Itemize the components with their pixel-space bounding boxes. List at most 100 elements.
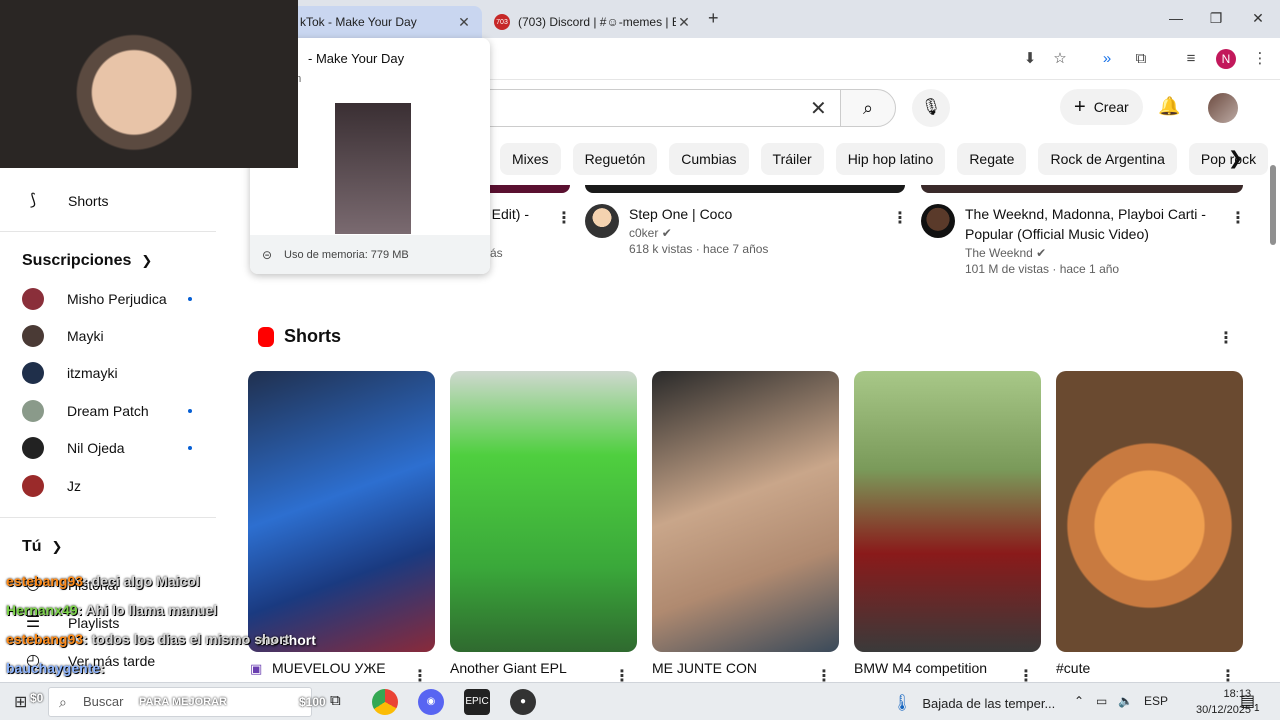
bookmark-star-icon[interactable]: ☆ [1050,49,1070,69]
install-app-icon[interactable]: ⬇ [1020,49,1040,69]
taskbar-search-input[interactable]: ⌕ Buscar PARA MEJORAR $100 [48,687,326,717]
sidebar-subscription[interactable]: itzmayki [22,362,192,384]
tray-chevron-up-icon[interactable]: ⌃ [1074,694,1084,708]
tab-discord[interactable]: 703 (703) Discord | #☺-memes | El ✕ [484,6,702,38]
chrome-app-icon[interactable] [372,689,398,715]
search-input[interactable] [470,89,846,127]
shorts-logo-icon [258,326,274,347]
tab-close-icon[interactable]: ✕ [676,14,692,31]
channel-avatar[interactable] [585,204,619,238]
video-card[interactable]: Step One | Coco c0ker ✔ 618 k vistas · h… [585,204,897,256]
video-channel[interactable]: c0ker ✔ [629,226,897,240]
chat-message: estebang93: deci algo Maicol [6,573,200,589]
chat-message: estebang93: todos los dias el mismo shor… [6,631,289,647]
tab-discord-title: (703) Discord | #☺-memes | El [518,15,676,29]
short-title[interactable]: ME JUNTE CON [652,660,757,676]
more-options-icon[interactable]: ⋮ [892,208,908,228]
video-thumbnail[interactable] [585,185,905,193]
video-stats: 101 M de vistas · hace 1 año [965,262,1120,276]
chevron-right-icon[interactable]: ❯ [1228,148,1243,169]
new-tab-button[interactable]: + [708,8,719,29]
sidebar-subscription[interactable]: Nil Ojeda [22,437,192,459]
page-scrollbar[interactable] [1270,165,1276,245]
more-options-icon[interactable]: ⋮ [1218,328,1234,348]
sidebar-item-label: Shorts [68,193,109,209]
video-stats: 618 k vistas · hace 7 años [629,242,769,256]
volume-icon[interactable]: 🔈 [1118,694,1133,708]
sidebar-subscription[interactable]: Jz [22,475,192,497]
short-thumbnail[interactable] [1056,371,1243,652]
chip-trailer[interactable]: Tráiler [760,143,824,175]
short-thumbnail[interactable] [854,371,1041,652]
short-title[interactable]: MUEVELOU УЖЕ [272,660,386,676]
voice-search-button[interactable]: 🎙 [912,89,950,127]
sidebar-divider [0,231,216,232]
notifications-bell-icon[interactable]: 🔔 [1158,96,1180,117]
you-heading[interactable]: Tú ❯ [22,538,62,556]
account-avatar[interactable] [1208,93,1238,123]
more-options-icon[interactable]: ⋮ [556,208,572,228]
chip-rock-de-argentina[interactable]: Rock de Argentina [1038,143,1177,175]
weather-widget[interactable]: 🌡 Bajada de las temper... [892,693,1055,713]
video-card[interactable]: The Weeknd, Madonna, Playboi Carti - Pop… [921,204,1233,276]
clear-search-icon[interactable]: ✕ [810,96,827,121]
short-title[interactable]: #cute [1056,660,1090,676]
sidebar-subscription[interactable]: Mayki [22,325,192,347]
chat-username: estebang93 [6,573,84,589]
memory-icon: ⊝ [262,247,273,262]
tab-tiktok-title: kTok - Make Your Day [300,15,417,29]
create-button[interactable]: + Crear [1060,89,1143,125]
restore-icon[interactable]: ❐ [1206,10,1226,27]
discord-favicon-icon: 703 [494,14,510,30]
shorts-icon: ⟆ [29,192,37,209]
task-view-icon[interactable]: ⧉ [330,692,341,709]
video-title[interactable]: The Weeknd, Madonna, Playboi Carti - Pop… [965,204,1233,244]
short-thumbnail[interactable] [450,371,637,652]
network-icon[interactable]: ▭ [1096,694,1107,708]
browser-menu-icon[interactable]: ⋮ [1250,49,1270,69]
more-options-icon[interactable]: ⋮ [1230,208,1246,228]
chip-cumbias[interactable]: Cumbias [669,143,749,175]
media-controls-icon[interactable]: ≡ [1181,49,1201,69]
chevron-right-icon: ❯ [51,539,63,554]
notification-center-icon[interactable]: ▤ [1240,691,1255,711]
sidebar-subscription[interactable]: Misho Perjudica [22,288,192,310]
browser-profile-avatar[interactable]: N [1216,49,1236,69]
short-title[interactable]: BMW M4 competition [854,660,987,676]
search-button[interactable]: ⌕ [840,89,896,127]
epic-games-app-icon[interactable]: EPIC [464,689,490,715]
short-thumbnail[interactable]: mo short [248,371,435,652]
chip-regate[interactable]: Regate [957,143,1027,175]
obs-app-icon[interactable]: ● [510,689,536,715]
minimize-icon[interactable]: — [1166,10,1186,26]
video-channel[interactable]: The Weeknd ✔ [965,246,1233,260]
window-close-icon[interactable]: ✕ [1248,10,1268,27]
sidebar-item-shorts[interactable]: ⟆ Shorts [22,190,109,212]
channel-avatar[interactable] [921,204,955,238]
sidebar-subscription[interactable]: Dream Patch [22,400,192,422]
language-indicator[interactable]: ESP [1144,694,1168,708]
chip-regueton[interactable]: Reguetón [572,143,658,175]
chevron-right-icon: ❯ [141,253,153,268]
short-title[interactable]: Another Giant EPL [450,660,567,676]
channel-name: Mayki [67,328,104,344]
chip-hip-hop-latino[interactable]: Hip hop latino [835,143,946,175]
start-icon[interactable]: ⊞ [14,692,27,712]
video-thumbnail[interactable] [480,185,570,193]
chat-username: bauchaygente [6,660,101,676]
video-title[interactable]: Step One | Coco [629,204,897,224]
tab-tiktok[interactable]: kTok - Make Your Day ✕ [290,6,482,38]
extensions-puzzle-icon[interactable]: ⧉ [1131,49,1151,69]
extension-audio-icon[interactable]: » [1097,49,1117,69]
subscriptions-heading[interactable]: Suscripciones ❯ [22,252,152,270]
promo-price-left: $0 [30,691,44,705]
discord-app-icon[interactable]: ◉ [418,689,444,715]
chip-mixes[interactable]: Mixes [500,143,561,175]
short-thumbnail[interactable] [652,371,839,652]
video-thumbnail[interactable] [921,185,1243,193]
chat-username: Hernanx49 [6,602,78,618]
plus-icon: + [1074,95,1086,118]
tab-close-icon[interactable]: ✕ [456,14,472,31]
channel-name: Misho Perjudica [67,291,167,307]
channel-avatar [22,400,44,422]
